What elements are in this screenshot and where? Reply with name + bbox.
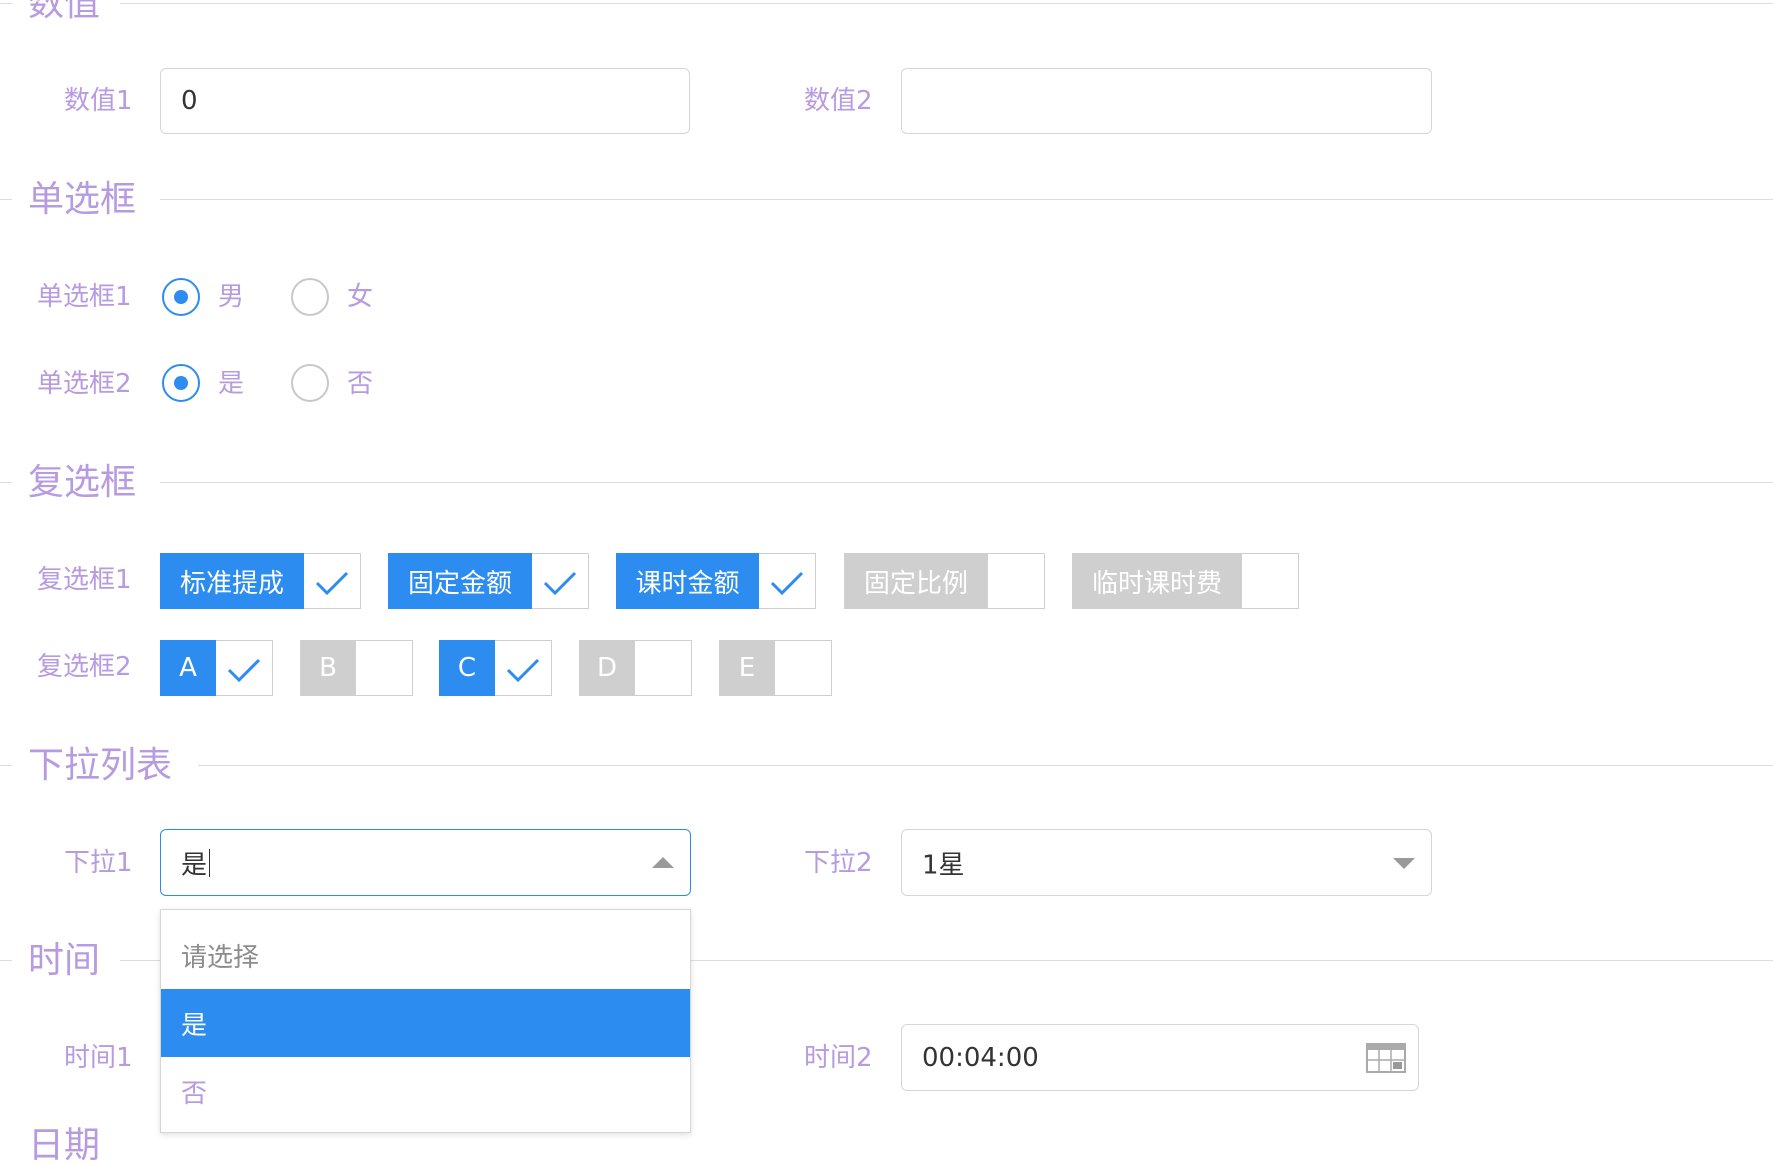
select2-value: 1星 xyxy=(922,850,965,880)
checkbox-label: 临时课时费 xyxy=(1072,553,1242,609)
section-title-numbers: 数值 xyxy=(28,0,101,24)
time2-picker[interactable]: 00:04:00 xyxy=(901,1024,1419,1091)
checkbox-fixed-ratio[interactable]: 固定比例 xyxy=(844,553,1045,609)
calendar-icon[interactable] xyxy=(1366,1042,1406,1073)
time1-label: 时间1 xyxy=(64,1043,133,1073)
radio-female[interactable] xyxy=(291,278,329,316)
check-icon xyxy=(543,571,577,596)
check-icon xyxy=(506,658,540,683)
radio-no[interactable] xyxy=(291,364,329,402)
section-title-dropdowns: 下拉列表 xyxy=(28,745,173,786)
checkbox-label: C xyxy=(439,640,495,696)
radio-group1-label: 单选框1 xyxy=(37,282,132,312)
select2-label: 下拉2 xyxy=(804,848,873,878)
radio-male-label[interactable]: 男 xyxy=(218,284,244,310)
select1-label: 下拉1 xyxy=(64,848,133,878)
dropdown-option-yes[interactable]: 是 xyxy=(161,989,690,1057)
checkbox-d[interactable]: D xyxy=(579,640,692,696)
chevron-up-icon[interactable] xyxy=(652,856,674,868)
chevron-down-icon[interactable] xyxy=(1393,857,1415,869)
radio-yes[interactable] xyxy=(162,364,200,402)
section-title-time: 时间 xyxy=(28,940,101,981)
dropdown-option-no[interactable]: 否 xyxy=(161,1057,690,1125)
section-divider-radios xyxy=(160,199,1773,200)
select2[interactable]: 1星 xyxy=(901,829,1432,896)
time2-value: 00:04:00 xyxy=(922,1042,1039,1073)
number1-input[interactable] xyxy=(160,68,690,134)
radio-group2-label: 单选框2 xyxy=(37,369,132,399)
number2-label: 数值2 xyxy=(804,86,873,116)
checkbox-class-hour-amount[interactable]: 课时金额 xyxy=(616,553,816,609)
checkbox-a[interactable]: A xyxy=(160,640,273,696)
select1[interactable]: 是 xyxy=(160,829,691,896)
section-divider-checkboxes-stub xyxy=(0,482,12,483)
radio-female-label[interactable]: 女 xyxy=(347,284,373,310)
checkbox-label: B xyxy=(300,640,356,696)
section-title-date: 日期 xyxy=(28,1125,101,1166)
section-title-radios: 单选框 xyxy=(28,179,137,220)
text-caret xyxy=(209,848,210,877)
section-divider-radios-stub xyxy=(0,199,12,200)
number1-label: 数值1 xyxy=(64,86,133,116)
number2-input[interactable] xyxy=(901,68,1432,134)
checkbox-label: D xyxy=(579,640,635,696)
checkbox-label: 固定比例 xyxy=(844,553,988,609)
checkbox-label: E xyxy=(719,640,775,696)
check-icon xyxy=(770,571,804,596)
checkbox-c[interactable]: C xyxy=(439,640,552,696)
checkbox-group2-label: 复选框2 xyxy=(37,652,132,682)
radio-yes-label[interactable]: 是 xyxy=(218,371,244,397)
section-divider-checkboxes xyxy=(160,482,1773,483)
check-icon xyxy=(315,571,349,596)
section-divider-dropdowns xyxy=(198,765,1773,766)
select1-value: 是 xyxy=(181,850,208,880)
checkbox-standard-commission[interactable]: 标准提成 xyxy=(160,553,361,609)
checkbox-label: 固定金额 xyxy=(388,553,532,609)
section-divider-dropdowns-stub xyxy=(0,765,12,766)
checkbox-b[interactable]: B xyxy=(300,640,413,696)
checkbox-fixed-amount[interactable]: 固定金额 xyxy=(388,553,589,609)
radio-male[interactable] xyxy=(162,278,200,316)
checkbox-temp-class-fee[interactable]: 临时课时费 xyxy=(1072,553,1299,609)
checkbox-group1-label: 复选框1 xyxy=(37,565,132,595)
checkbox-e[interactable]: E xyxy=(719,640,832,696)
section-divider-numbers-stub xyxy=(0,3,12,4)
section-divider-time-stub xyxy=(0,960,12,961)
section-divider-numbers xyxy=(120,3,1773,4)
checkbox-label: 标准提成 xyxy=(160,553,304,609)
section-title-checkboxes: 复选框 xyxy=(28,462,137,503)
check-icon xyxy=(227,658,261,683)
dropdown-option-placeholder[interactable]: 请选择 xyxy=(161,921,690,989)
checkbox-label: A xyxy=(160,640,216,696)
radio-no-label[interactable]: 否 xyxy=(347,371,373,397)
time2-label: 时间2 xyxy=(804,1043,873,1073)
select1-dropdown: 请选择 是 否 xyxy=(160,909,691,1133)
checkbox-label: 课时金额 xyxy=(616,553,759,609)
